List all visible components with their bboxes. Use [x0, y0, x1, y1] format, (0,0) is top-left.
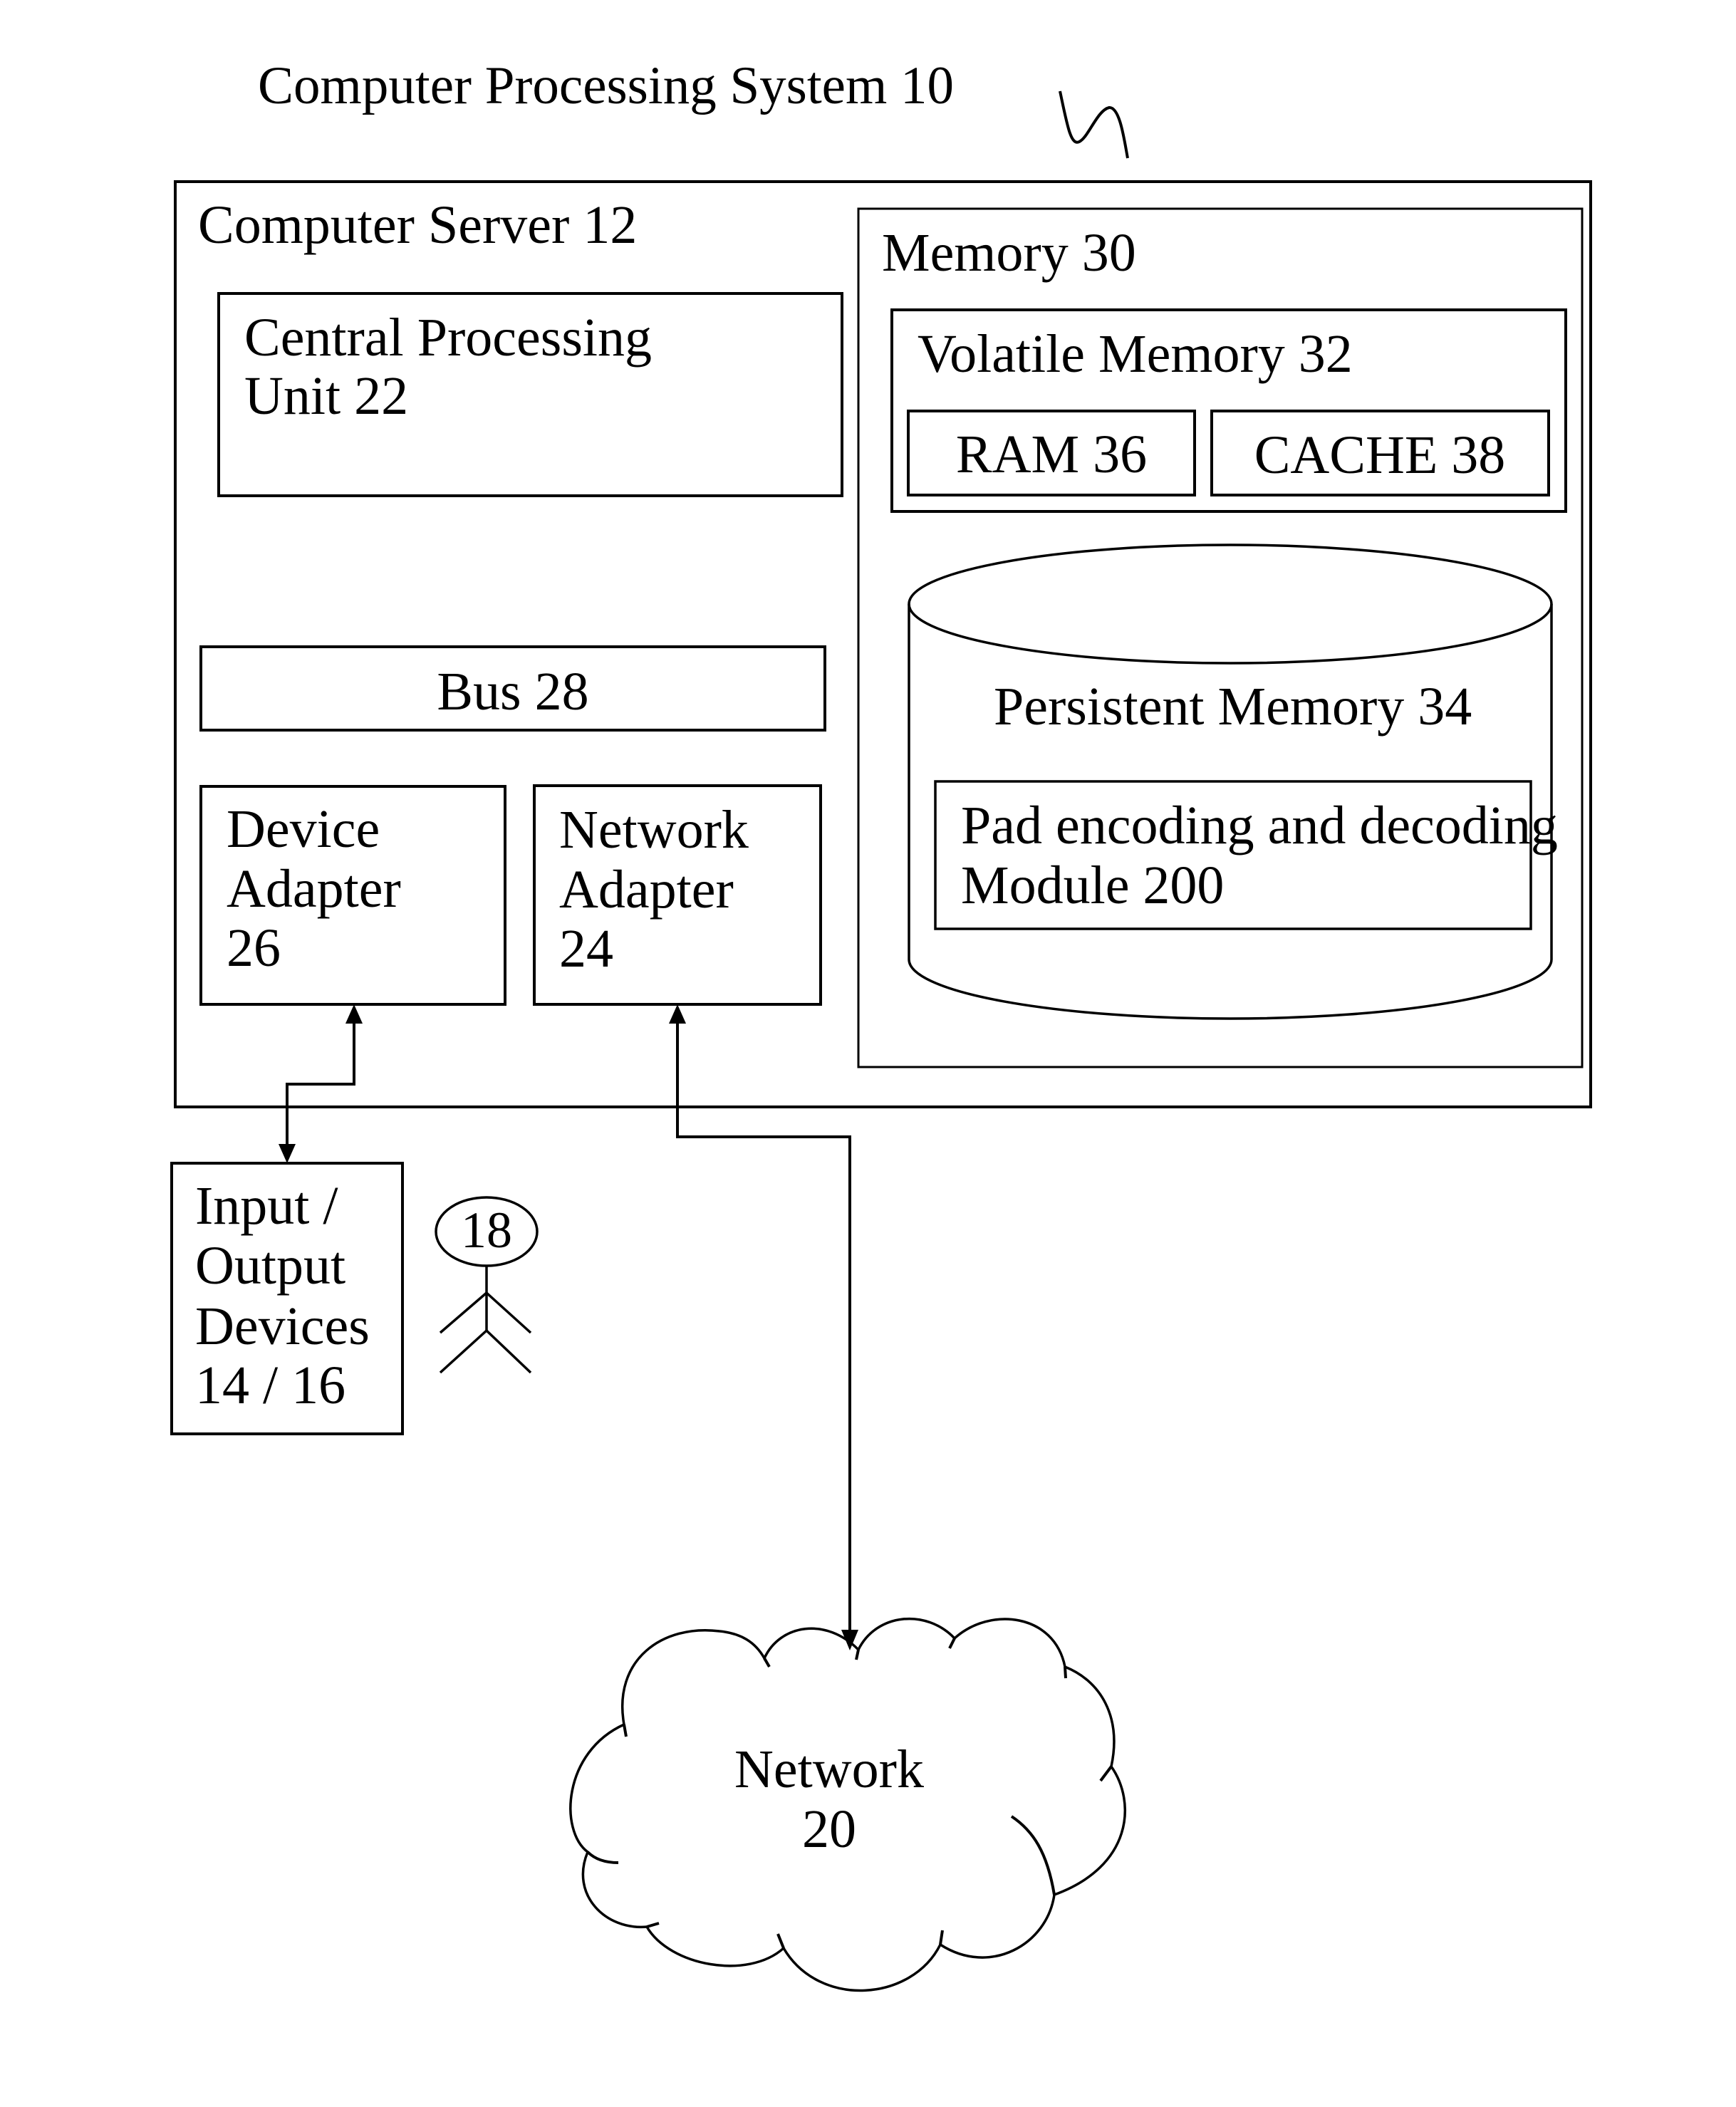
network-label-line1: Network [734, 1739, 924, 1799]
cloud-detail [586, 1851, 619, 1864]
ram-label: RAM 36 [955, 425, 1148, 484]
network-adapter-line3: 24 [559, 919, 613, 979]
network-connector [676, 1023, 851, 1631]
cloud-detail [1099, 1765, 1113, 1782]
cpu-label-line2: Unit 22 [244, 366, 409, 426]
diagram-canvas: Computer Processing System 10 Computer S… [0, 0, 1736, 2107]
io-devices-line4: 14 / 16 [195, 1356, 346, 1415]
cloud-detail [1010, 1815, 1056, 1895]
cpu-label-line1: Central Processing [244, 308, 653, 368]
cache-label: CACHE 38 [1254, 425, 1506, 485]
io-devices-line2: Output [195, 1236, 346, 1296]
diagram-title: Computer Processing System 10 [258, 56, 955, 115]
cloud-detail [855, 1649, 860, 1660]
memory-label: Memory 30 [882, 223, 1136, 283]
network-label-line2: 20 [802, 1799, 856, 1859]
cloud-detail [1064, 1666, 1067, 1679]
bus-label: Bus 28 [437, 662, 589, 722]
network-adapter-line1: Network [559, 800, 749, 860]
arrowhead-network-adapter [669, 1004, 686, 1024]
device-io-connector [286, 1023, 355, 1145]
device-adapter-line1: Device [227, 799, 380, 859]
reference-squiggle-icon [1059, 90, 1129, 159]
cloud-detail [623, 1724, 628, 1737]
user-label: 18 [461, 1202, 512, 1259]
cloud-detail [763, 1657, 771, 1668]
persistent-memory-label: Persistent Memory 34 [994, 677, 1472, 737]
server-label: Computer Server 12 [198, 195, 638, 255]
cloud-detail [948, 1638, 956, 1649]
io-devices-line1: Input / [195, 1176, 338, 1236]
arrowhead-io-devices [279, 1144, 296, 1163]
device-adapter-line3: 26 [227, 918, 281, 978]
network-adapter-line2: Adapter [559, 860, 734, 920]
arrowhead-device-adapter [345, 1004, 363, 1024]
cloud-detail [776, 1933, 785, 1949]
io-devices-line3: Devices [195, 1296, 370, 1356]
cloud-detail [939, 1930, 944, 1945]
cloud-detail [646, 1922, 660, 1928]
volatile-memory-label: Volatile Memory 32 [918, 324, 1353, 384]
device-adapter-line2: Adapter [227, 859, 401, 919]
pad-module-line1: Pad encoding and decoding [961, 796, 1558, 855]
pad-module-line2: Module 200 [961, 855, 1225, 915]
